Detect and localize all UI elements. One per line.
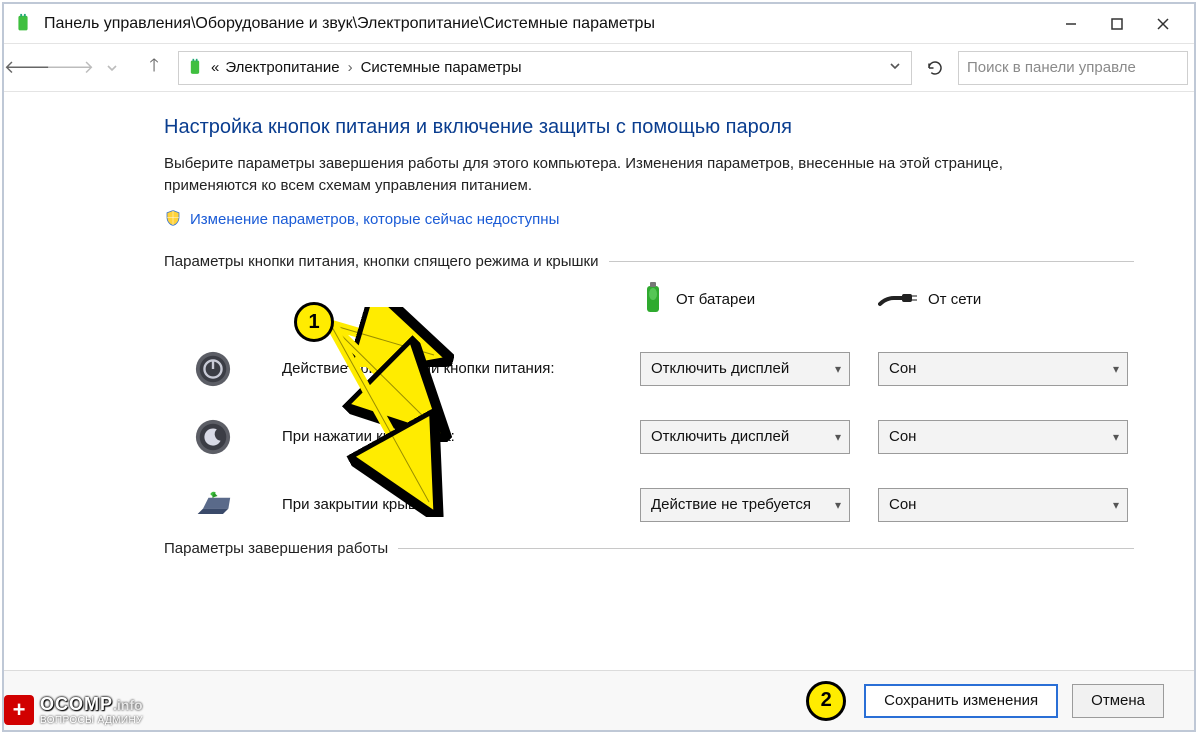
link-text: Изменение параметров, которые сейчас нед… <box>190 211 559 228</box>
maximize-button[interactable] <box>1094 8 1140 40</box>
chevron-down-icon: ▾ <box>835 498 841 512</box>
chevron-down-icon: ▾ <box>1113 362 1119 376</box>
back-button[interactable]: 🡐 <box>10 50 46 86</box>
window-title: Панель управления\Оборудование и звук\Эл… <box>44 15 1048 33</box>
column-header-battery: От батареи <box>640 280 860 320</box>
shield-icon <box>164 209 182 231</box>
annotation-marker-2: 2 <box>806 681 846 721</box>
refresh-button[interactable] <box>918 51 952 85</box>
plus-icon: + <box>4 695 34 725</box>
breadcrumb-item[interactable]: Системные параметры <box>361 59 522 76</box>
lid-close-battery-combo[interactable]: Действие не требуется▾ <box>640 488 850 522</box>
breadcrumb[interactable]: « Электропитание › Системные параметры <box>178 51 912 85</box>
sleep-button-battery-combo[interactable]: Отключить дисплей▾ <box>640 420 850 454</box>
page-title: Настройка кнопок питания и включение защ… <box>164 116 1134 139</box>
column-header-plugged: От сети <box>878 286 1128 314</box>
sleep-button-icon <box>194 418 232 456</box>
power-button-icon <box>194 350 232 388</box>
row-label-lid-close: При закрытии крышки: <box>282 496 622 513</box>
close-button[interactable] <box>1140 8 1186 40</box>
search-placeholder: Поиск в панели управле <box>967 59 1136 76</box>
content-pane: Настройка кнопок питания и включение защ… <box>4 92 1194 670</box>
battery-icon <box>640 280 666 320</box>
chevron-down-icon: ▾ <box>1113 498 1119 512</box>
annotation-marker-1: 1 <box>294 302 334 342</box>
cancel-button[interactable]: Отмена <box>1072 684 1164 718</box>
save-button[interactable]: Сохранить изменения <box>864 684 1058 718</box>
recent-dropdown[interactable] <box>94 50 130 86</box>
minimize-button[interactable] <box>1048 8 1094 40</box>
power-plan-icon <box>12 13 34 35</box>
chevron-down-icon: ▾ <box>835 362 841 376</box>
section-heading: Параметры кнопки питания, кнопки спящего… <box>164 253 1134 270</box>
up-button[interactable]: 🡑 <box>136 50 172 86</box>
power-button-plugged-combo[interactable]: Сон▾ <box>878 352 1128 386</box>
power-plan-icon <box>185 58 205 78</box>
row-label-power-button: Действие при нажатии кнопки питания: <box>282 360 622 377</box>
section-heading-shutdown: Параметры завершения работы <box>164 540 1134 557</box>
change-unavailable-settings-link[interactable]: Изменение параметров, которые сейчас нед… <box>164 209 1134 231</box>
breadcrumb-dropdown[interactable] <box>885 59 905 76</box>
power-button-battery-combo[interactable]: Отключить дисплей▾ <box>640 352 850 386</box>
page-description: Выберите параметры завершения работы для… <box>164 153 1064 197</box>
watermark: + OCOMP.info ВОПРОСЫ АДМИНУ <box>4 694 143 726</box>
breadcrumb-item[interactable]: Электропитание <box>225 59 339 76</box>
chevron-down-icon: ▾ <box>835 430 841 444</box>
lid-close-plugged-combo[interactable]: Сон▾ <box>878 488 1128 522</box>
window-titlebar: Панель управления\Оборудование и звук\Эл… <box>4 4 1194 44</box>
row-label-sleep-button: При нажатии кнопки сна: <box>282 428 622 445</box>
navigation-bar: 🡐 🡒 🡑 « Электропитание › Системные парам… <box>4 44 1194 92</box>
chevron-down-icon: ▾ <box>1113 430 1119 444</box>
lid-close-icon <box>194 486 232 524</box>
forward-button[interactable]: 🡒 <box>52 50 88 86</box>
plug-icon <box>878 286 918 314</box>
breadcrumb-prefix: « <box>211 59 219 76</box>
chevron-right-icon: › <box>346 59 355 76</box>
search-input[interactable]: Поиск в панели управле <box>958 51 1188 85</box>
dialog-buttons: 2 Сохранить изменения Отмена <box>4 670 1194 730</box>
sleep-button-plugged-combo[interactable]: Сон▾ <box>878 420 1128 454</box>
